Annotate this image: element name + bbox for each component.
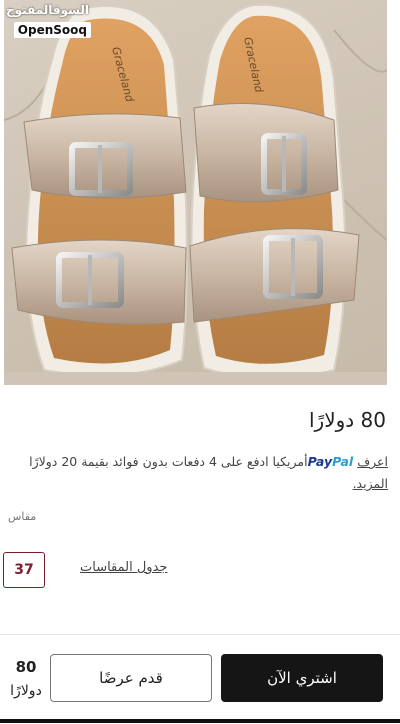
- watermark-english: OpenSooq: [13, 22, 91, 38]
- paypal-note: اعرف PayPalأمريكيا ادفع على 4 دفعات بدون…: [8, 451, 388, 495]
- product-price: 80 دولارًا: [309, 408, 386, 432]
- paypal-text: أمريكيا ادفع على 4 دفعات بدون فوائد بقيم…: [29, 454, 308, 469]
- opensooq-watermark: السوقالمفتوح OpenSooq: [4, 2, 91, 38]
- watermark-arabic: السوقالمفتوح: [6, 3, 89, 17]
- paypal-logo: PayPal: [308, 454, 354, 469]
- price-currency: دولارًا: [309, 408, 355, 432]
- paypal-logo-part1: Pay: [307, 454, 333, 469]
- paypal-more-link[interactable]: المزيد.: [353, 476, 388, 491]
- size-option-37[interactable]: 37: [3, 552, 45, 588]
- paypal-learn-link[interactable]: اعرف: [357, 454, 388, 469]
- size-guide-link[interactable]: جدول المقاسات: [80, 560, 167, 575]
- paypal-logo-part2: Pal: [332, 454, 354, 469]
- sandals-illustration: Graceland Graceland: [4, 3, 387, 385]
- price-amount: 80: [360, 408, 386, 432]
- size-label: مقاس: [8, 510, 37, 523]
- product-photo[interactable]: Graceland Graceland: [4, 0, 387, 385]
- footer-price: 80 دولارًا: [8, 655, 44, 703]
- purchase-footer: 80 دولارًا قدم عرضًا اشتري الآن: [0, 634, 400, 724]
- footer-price-currency: دولارًا: [10, 683, 42, 699]
- bottom-edge-bar: [0, 719, 400, 723]
- footer-price-amount: 80: [15, 658, 37, 676]
- buy-now-button[interactable]: اشتري الآن: [221, 654, 383, 702]
- make-offer-button[interactable]: قدم عرضًا: [50, 654, 212, 702]
